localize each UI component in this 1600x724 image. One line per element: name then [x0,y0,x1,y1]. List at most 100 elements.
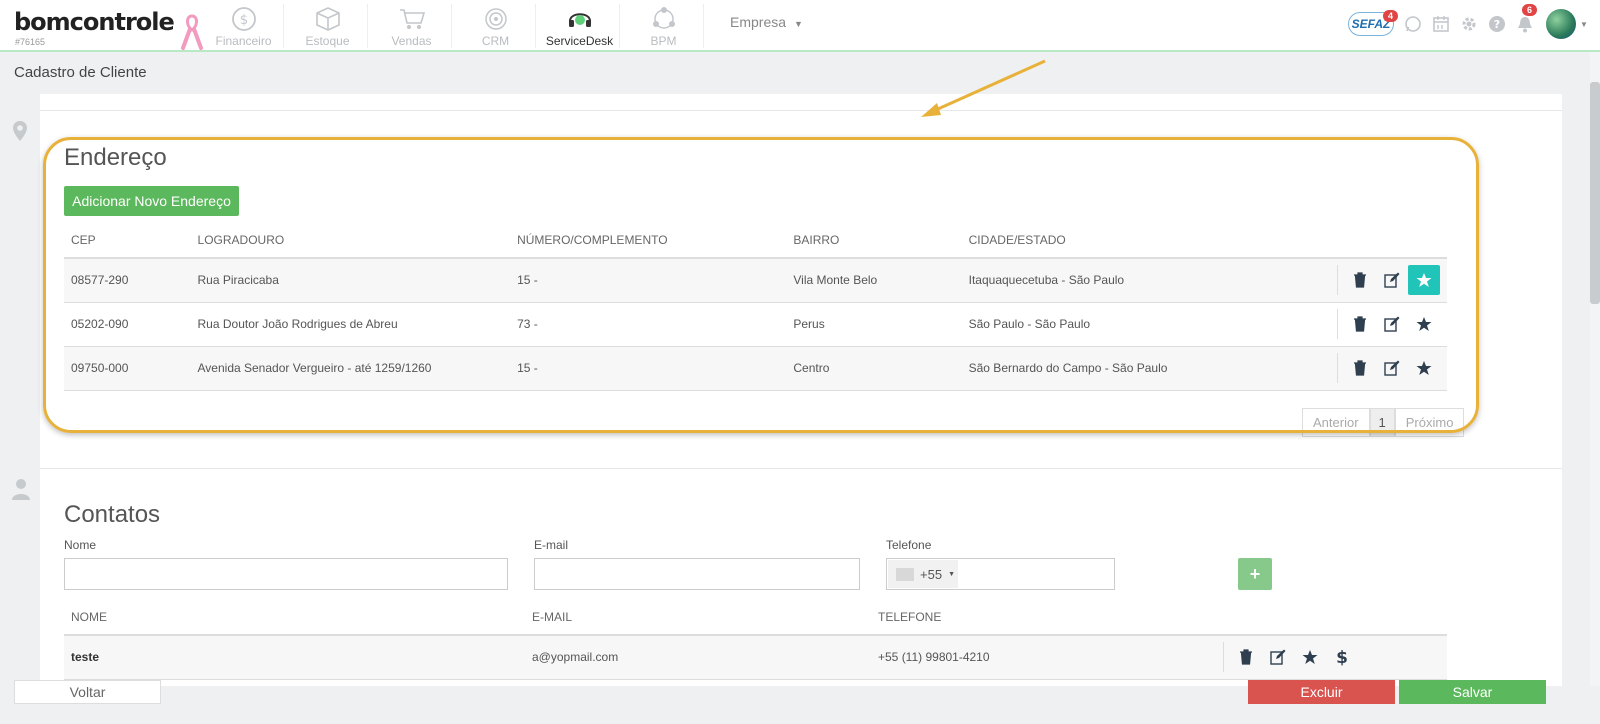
cart-icon [399,9,425,29]
divider [40,110,1562,111]
cell-logradouro: Rua Doutor João Rodrigues de Abreu [190,302,511,347]
pager-current-page[interactable]: 1 [1369,408,1395,437]
star-icon[interactable] [1294,642,1326,672]
cell-numero: 15 - [510,346,787,391]
endereco-title: Endereço [64,144,167,171]
column-header: E-MAIL [525,599,871,636]
table-row: 05202-090 Rua Doutor João Rodrigues de A… [64,302,1447,347]
flag-icon [896,567,914,581]
map-pin-icon [13,121,27,141]
module-label: BPM [650,34,677,48]
country-code-select[interactable]: +55 ▼ [888,560,958,588]
save-button[interactable]: Salvar [1399,680,1546,704]
cell-cidade: São Bernardo do Campo - São Paulo [961,346,1330,391]
sefaz-badge: 4 [1383,10,1399,22]
favorite-star-icon[interactable] [1408,265,1440,296]
whatsapp-icon[interactable] [1404,15,1422,33]
telefone-field[interactable]: +55 ▼ [886,558,1115,590]
star-icon[interactable] [1408,353,1440,383]
pink-ribbon-icon [181,14,203,50]
cell-cidade: São Paulo - São Paulo [961,302,1330,347]
edit-icon[interactable] [1376,309,1408,339]
delete-button[interactable]: Excluir [1248,680,1395,704]
module-label: CRM [481,34,510,48]
add-contact-button[interactable]: + [1238,558,1272,590]
dollar-icon[interactable]: $ [1326,642,1358,672]
cell-cep: 08577-290 [64,258,191,303]
cell-cidade: Itaquaquecetuba - São Paulo [961,258,1330,303]
cell-numero: 15 - [510,258,787,303]
cell-bairro: Centro [786,346,962,391]
dollar-coin-icon: $ [231,7,256,31]
scrollbar-thumb[interactable] [1590,82,1600,304]
gear-icon[interactable] [1460,15,1478,33]
top-navbar: bomcontrole #76165 $ Financeiro Estoque … [0,0,1600,52]
empresa-label: Empresa [730,14,787,30]
headset-icon [568,13,591,27]
column-header: CEP [64,222,191,259]
add-address-button[interactable]: Adicionar Novo Endereço [64,186,239,216]
edit-icon[interactable] [1376,265,1408,295]
table-row: 09750-000 Avenida Senador Vergueiro - at… [64,346,1447,391]
column-header: TELEFONE [871,599,1216,636]
trash-icon[interactable] [1344,353,1376,383]
table-row: teste a@yopmail.com +55 (11) 99801-4210 … [64,635,1447,680]
pager-prev[interactable]: Anterior [1302,408,1370,437]
section-gutter [0,94,40,686]
cell-nome: teste [64,635,525,680]
user-icon [12,479,30,500]
table-header-row: CEP LOGRADOURO NÚMERO/COMPLEMENTO BAIRRO… [64,222,1447,259]
edit-icon[interactable] [1376,353,1408,383]
divider [40,468,1562,469]
cell-actions [1330,346,1447,391]
module-servicedesk[interactable]: ServiceDesk [540,4,620,48]
svg-text:$: $ [1336,648,1348,666]
calendar-icon[interactable] [1432,15,1450,33]
bell-icon[interactable] [1516,15,1534,33]
nome-label: Nome [64,538,97,552]
cell-actions [1330,258,1447,303]
cell-bairro: Vila Monte Belo [786,258,962,303]
table-header-row: NOME E-MAIL TELEFONE [64,599,1447,636]
main-content: Endereço Adicionar Novo Endereço CEP LOG… [40,94,1562,686]
column-header: NÚMERO/COMPLEMENTO [510,222,787,259]
address-table: CEP LOGRADOURO NÚMERO/COMPLEMENTO BAIRRO… [64,222,1447,391]
process-icon [652,7,675,29]
box-icon [315,7,340,31]
brand-logo[interactable]: bomcontrole [14,8,175,36]
module-crm[interactable]: CRM [456,4,536,48]
contacts-table: NOME E-MAIL TELEFONE teste a@yopmail.com… [64,599,1447,680]
back-button[interactable]: Voltar [14,680,161,704]
help-icon[interactable]: ? [1488,15,1506,33]
pager-next[interactable]: Próximo [1394,408,1465,437]
column-header: BAIRRO [786,222,962,259]
module-bpm[interactable]: BPM [624,4,704,48]
empresa-dropdown[interactable]: Empresa ▼ [730,14,803,30]
cell-actions: $ [1216,635,1447,680]
company-code: #76165 [15,37,46,47]
trash-icon[interactable] [1344,265,1376,295]
cell-bairro: Perus [786,302,962,347]
cell-actions [1330,302,1447,347]
module-label: Vendas [391,34,432,48]
trash-icon[interactable] [1344,309,1376,339]
module-financeiro[interactable]: $ Financeiro [204,4,284,48]
cell-cep: 05202-090 [64,302,191,347]
star-icon[interactable] [1408,309,1440,339]
cell-logradouro: Avenida Senador Vergueiro - até 1259/126… [190,346,511,391]
module-estoque[interactable]: Estoque [288,4,368,48]
module-vendas[interactable]: Vendas [372,4,452,48]
email-input[interactable] [534,558,860,590]
module-label: Financeiro [215,34,272,48]
edit-icon[interactable] [1262,642,1294,672]
caret-down-icon: ▼ [794,19,803,29]
ddi-value: +55 [920,566,943,582]
nome-input[interactable] [64,558,508,590]
column-header: CIDADE/ESTADO [961,222,1330,259]
svg-text:?: ? [1494,18,1500,31]
caret-down-icon[interactable]: ▼ [1580,20,1588,29]
email-label: E-mail [534,538,569,552]
trash-icon[interactable] [1230,642,1262,672]
user-avatar[interactable] [1546,9,1576,39]
cell-numero: 73 - [510,302,787,347]
